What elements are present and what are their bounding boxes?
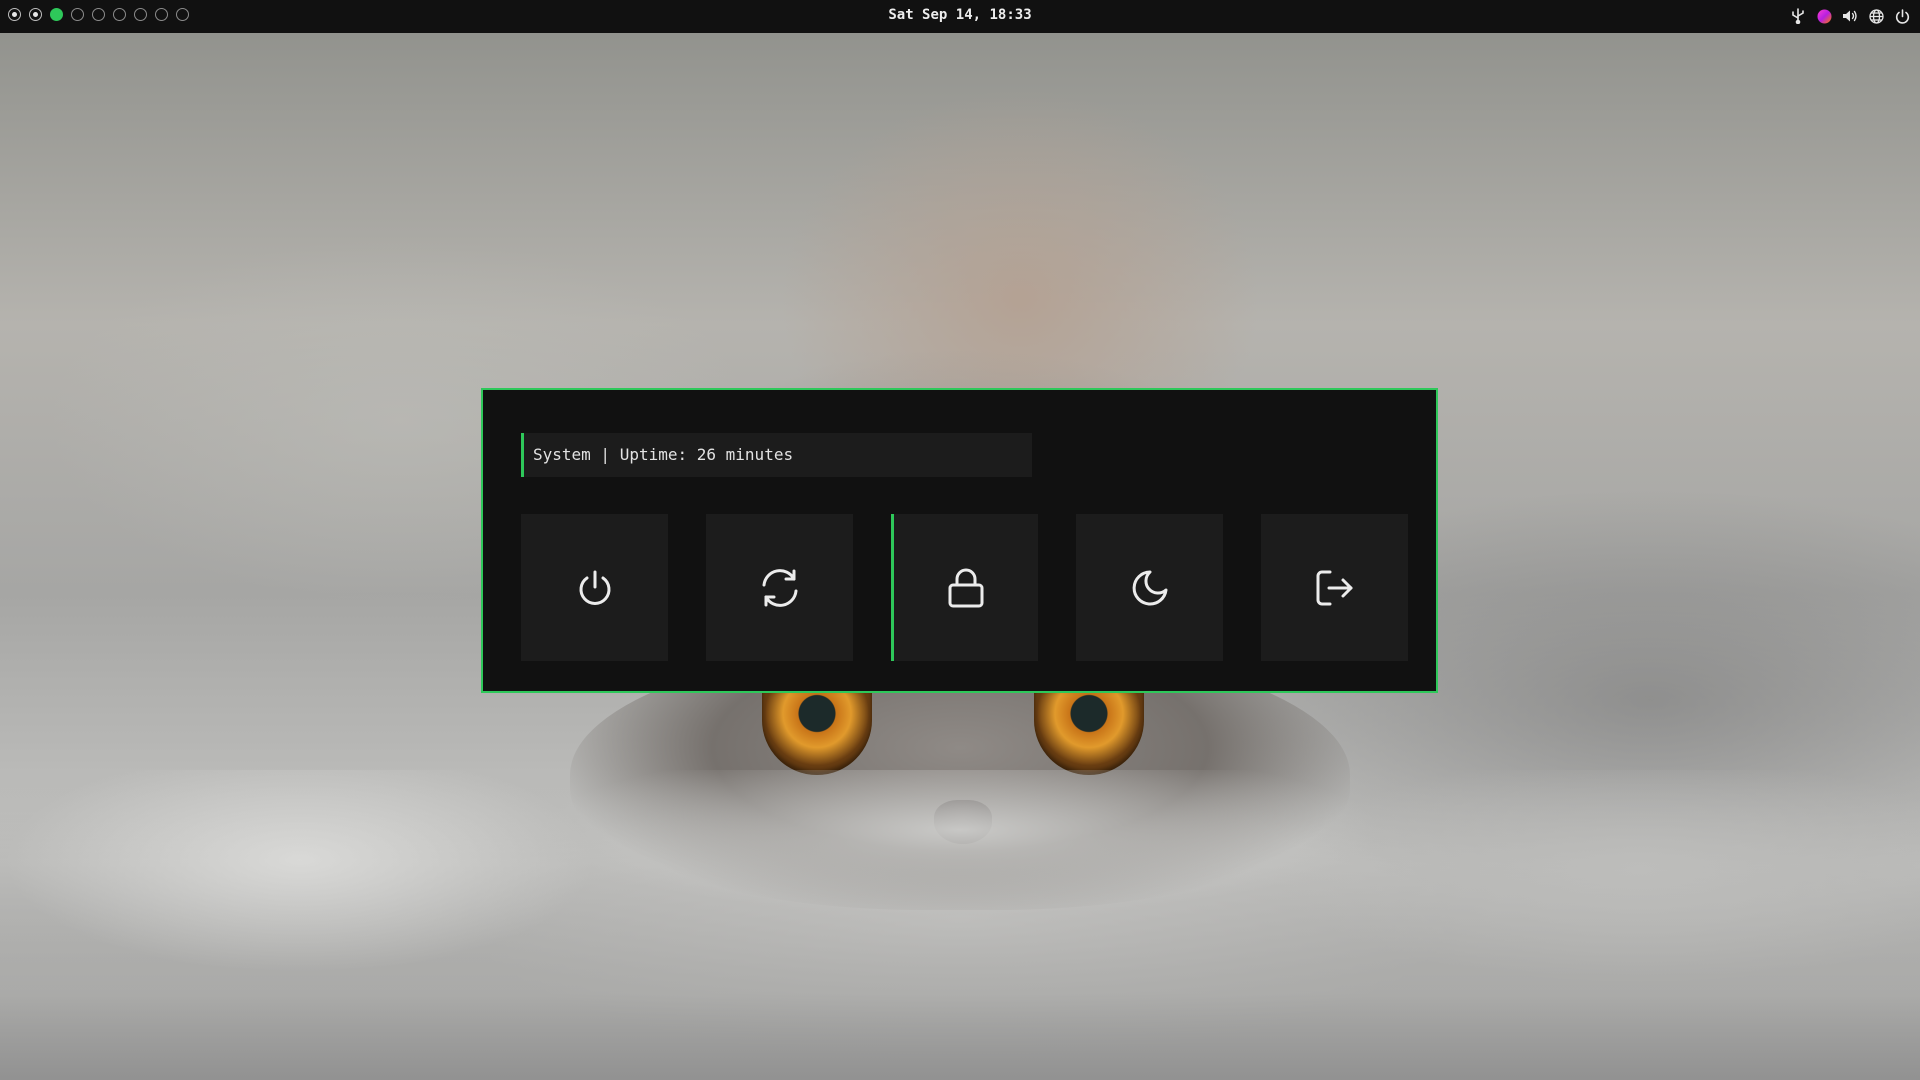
reboot-button[interactable]: [706, 514, 853, 661]
logout-icon: [1314, 568, 1356, 608]
color-picker-icon[interactable]: [1816, 8, 1832, 24]
lock-button[interactable]: [891, 514, 1038, 661]
desktop: Sat Sep 14, 18:33 System | Uptime: 26 mi…: [0, 0, 1920, 1080]
suspend-button[interactable]: [1076, 514, 1223, 661]
system-tray: [1790, 6, 1910, 26]
clock: Sat Sep 14, 18:33: [888, 7, 1032, 23]
power-menu: System | Uptime: 26 minutes: [481, 388, 1438, 693]
power-icon: [575, 568, 615, 608]
power-menu-prompt[interactable]: System | Uptime: 26 minutes: [521, 433, 1032, 477]
lock-icon: [946, 567, 986, 609]
logout-button[interactable]: [1261, 514, 1408, 661]
volume-icon[interactable]: [1842, 8, 1858, 24]
moon-icon: [1130, 568, 1170, 608]
power-menu-options: [521, 514, 1408, 661]
reboot-icon: [758, 568, 802, 608]
power-icon[interactable]: [1894, 8, 1910, 24]
shutdown-button[interactable]: [521, 514, 668, 661]
usb-icon[interactable]: [1790, 8, 1806, 24]
top-bar: Sat Sep 14, 18:33: [0, 0, 1920, 33]
network-globe-icon[interactable]: [1868, 8, 1884, 24]
wallpaper-blanket: [0, 770, 1920, 1080]
